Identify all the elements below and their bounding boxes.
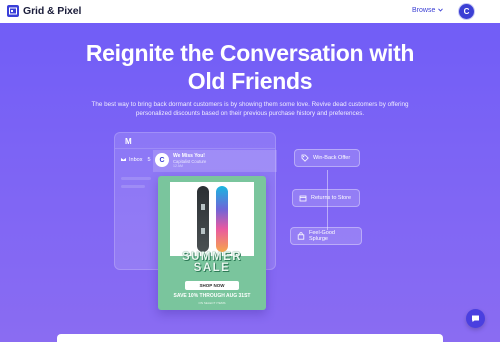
mail-header: M — [115, 133, 275, 149]
browse-label: Browse — [412, 7, 436, 14]
flow-step-win-back: Win-Back Offer — [294, 149, 360, 167]
flow-step-label: Returns to Store — [311, 195, 352, 201]
promo-email-card: SUMMER SALE SHOP NOW SAVE 10% THROUGH AU… — [158, 176, 266, 310]
chevron-down-icon — [438, 7, 444, 14]
snowboard-dark — [197, 186, 209, 252]
email-time: 12 AM — [173, 164, 183, 168]
flow-step-splurge: Feel-Good Splurge — [290, 227, 362, 245]
tag-icon — [301, 154, 309, 162]
hero-title-line2: Old Friends — [187, 68, 313, 94]
promo-save-text: SAVE 10% THROUGH AUG 31ST — [173, 293, 251, 299]
promo-title: SUMMER SALE — [158, 251, 266, 274]
hero-title: Reignite the Conversation with Old Frien… — [0, 39, 500, 95]
brand-name: Grid & Pixel — [23, 5, 82, 17]
store-icon — [299, 194, 307, 202]
promo-title-line2: SALE — [193, 262, 231, 274]
chat-icon — [471, 310, 480, 328]
shop-now-button[interactable]: SHOP NOW — [185, 281, 239, 290]
browse-menu[interactable]: Browse — [412, 7, 444, 14]
inbox-count: 5 — [147, 157, 151, 163]
top-navbar: Grid & Pixel Browse C — [0, 0, 500, 23]
snowboard-gradient — [216, 186, 228, 252]
brand-logo-icon — [7, 5, 19, 17]
email-row: C We Miss You! Capitalist Couture 12 AM — [153, 150, 277, 172]
shopping-bag-icon — [297, 232, 305, 240]
brand-logo[interactable]: Grid & Pixel — [7, 5, 81, 17]
user-avatar[interactable]: C — [458, 3, 475, 20]
chat-button[interactable] — [466, 309, 485, 328]
inbox-folder: Inbox 5 — [118, 153, 153, 167]
mail-logo: M — [125, 137, 132, 146]
placeholder-line — [121, 185, 145, 188]
snowboard-image — [170, 182, 254, 256]
inbox-icon — [121, 157, 126, 163]
inbox-label: Inbox — [129, 157, 143, 163]
promo-note: ON SELECT ITEMS — [198, 301, 226, 305]
hero-title-line1: Reignite the Conversation with — [85, 40, 415, 66]
flow-step-returns: Returns to Store — [292, 189, 360, 207]
flow-step-label: Win-Back Offer — [313, 155, 351, 161]
email-sender-avatar: C — [155, 153, 169, 167]
content-card — [57, 334, 443, 342]
flow-step-label: Feel-Good Splurge — [309, 230, 335, 242]
placeholder-line — [121, 177, 151, 180]
hero-subtitle: The best way to bring back dormant custo… — [91, 101, 409, 117]
